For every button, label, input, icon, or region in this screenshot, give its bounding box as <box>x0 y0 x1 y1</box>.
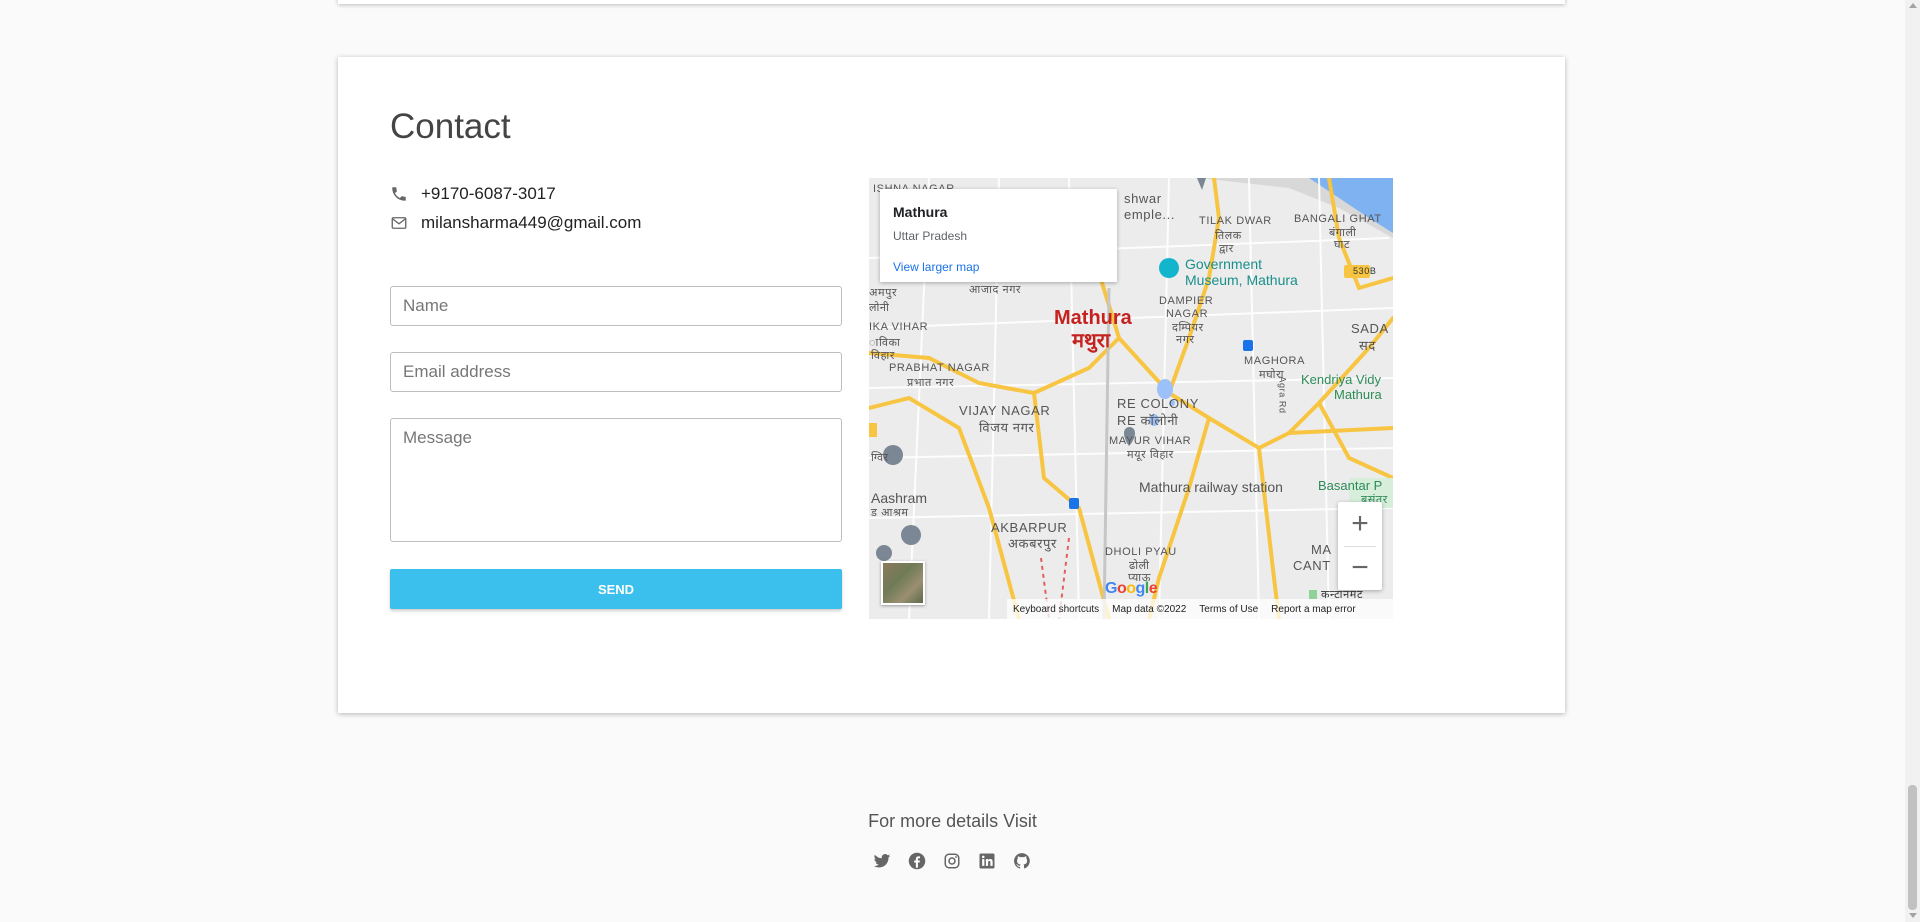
map-label-bangali-ghat: BANGALI GHAT <box>1294 213 1382 225</box>
embedded-map[interactable]: ISHNA NAGAR shwar emple... TILAK DWAR ति… <box>869 178 1393 619</box>
map-label-aashram-hi: ड आश्रम <box>871 507 909 519</box>
send-button[interactable]: SEND <box>390 569 842 609</box>
previous-section-card <box>338 0 1565 4</box>
map-label-cant-2: CANT <box>1293 558 1331 573</box>
map-label-left-3: IKA VIHAR <box>869 321 929 333</box>
map-label-left-1: अमपुर <box>869 287 898 299</box>
satellite-toggle[interactable] <box>881 561 925 605</box>
map-label-maghora: MAGHORA <box>1244 355 1306 367</box>
scroll-down-arrow[interactable] <box>1909 913 1917 918</box>
map-label-left-2: लोनी <box>869 302 890 314</box>
footer-text: For more details Visit <box>868 811 1037 831</box>
instagram-icon[interactable] <box>943 852 961 870</box>
place-region: Uttar Pradesh <box>893 229 968 243</box>
map-label-road-530b: 530B <box>1353 266 1377 276</box>
map-label-museum-1: Government <box>1185 256 1263 272</box>
zoom-in-button[interactable]: + <box>1338 502 1382 546</box>
terms-of-use-link[interactable]: Terms of Use <box>1199 604 1258 615</box>
map-label-dampier-1: DAMPIER <box>1159 295 1214 307</box>
email-address: milansharma449@gmail.com <box>421 213 642 232</box>
github-icon[interactable] <box>1013 852 1031 870</box>
view-larger-map-link[interactable]: View larger map <box>893 260 979 274</box>
contact-card: Contact +9170-6087-3017 milansharma449@g… <box>338 57 1565 713</box>
zoom-controls: + − <box>1338 502 1382 590</box>
map-label-prabhat: PRABHAT NAGAR <box>889 362 990 374</box>
scrollbar-thumb[interactable] <box>1908 785 1917 910</box>
map-label-azad-nagar: आजाद नगर <box>969 284 1022 296</box>
section-title: Contact <box>390 107 511 146</box>
map-label-dampier-2: NAGAR <box>1166 308 1209 320</box>
map-label-mayur: MAYUR VIHAR <box>1109 435 1192 447</box>
map-label-left-5: विहार <box>871 350 895 362</box>
map-label-vijay-hi: विजय नगर <box>979 420 1035 435</box>
social-links <box>873 852 1031 870</box>
envelope-icon <box>390 212 412 234</box>
map-label-dholi: DHOLI PYAU <box>1105 546 1177 558</box>
map-label-station: Mathura railway station <box>1139 479 1283 495</box>
map-label-re-colony-hi: RE कॉलोनी <box>1117 413 1179 428</box>
place-info-card: Mathura Uttar Pradesh View larger map <box>880 189 1117 282</box>
map-label-aashram: Aashram <box>871 490 928 506</box>
twitter-icon[interactable] <box>873 852 891 870</box>
map-label-kendriya: Kendriya Vidy <box>1301 372 1381 387</box>
page-scrollbar[interactable] <box>1905 0 1920 922</box>
map-label-agra-rd: Agra Rd <box>1277 376 1288 414</box>
map-label-mayur-hi: मयूर विहार <box>1127 449 1174 461</box>
map-label-temple: emple... <box>1124 207 1176 222</box>
map-label-tilak-dwar-hi2: द्वार <box>1219 243 1234 255</box>
map-label-basantar: Basantar P <box>1318 478 1383 493</box>
map-attribution: Keyboard shortcuts Map data ©2022 Terms … <box>1007 599 1393 619</box>
map-label-left-6: ग्विर <box>871 452 889 464</box>
phone-icon <box>390 183 412 205</box>
map-label-re-colony: RE COLONY <box>1117 396 1199 411</box>
map-label-akbarpur-hi: अकबरपुर <box>1008 536 1057 551</box>
map-label-tilak-dwar: TILAK DWAR <box>1199 215 1272 227</box>
map-label-cant: MA <box>1311 542 1332 557</box>
message-textarea[interactable] <box>390 418 842 542</box>
map-label-dampier-hi2: नगर <box>1176 334 1195 346</box>
map-label-sada: SADA <box>1351 321 1389 336</box>
map-label-city: Mathura <box>1054 307 1132 329</box>
report-map-error-link[interactable]: Report a map error <box>1271 604 1355 615</box>
map-label-bangali-ghat-hi2: घाट <box>1334 239 1351 251</box>
facebook-icon[interactable] <box>908 852 926 870</box>
map-label-city-hi: मथुरा <box>1072 330 1111 352</box>
zoom-out-button[interactable]: − <box>1338 546 1382 590</box>
map-data-text: Map data ©2022 <box>1112 603 1187 615</box>
map-label-vijay: VIJAY NAGAR <box>959 403 1051 418</box>
map-label-akbarpur: AKBARPUR <box>991 520 1068 535</box>
email-row: milansharma449@gmail.com <box>390 212 641 234</box>
place-name: Mathura <box>893 204 948 220</box>
keyboard-shortcuts-link[interactable]: Keyboard shortcuts <box>1013 604 1099 615</box>
phone-row: +9170-6087-3017 <box>390 183 556 205</box>
phone-number: +9170-6087-3017 <box>421 184 556 203</box>
map-label-shwar: shwar <box>1124 191 1162 206</box>
map-label-prabhat-hi: प्रभात नगर <box>907 377 955 389</box>
scroll-up-arrow[interactable] <box>1909 3 1917 8</box>
linkedin-icon[interactable] <box>978 852 996 870</box>
map-label-museum-2: Museum, Mathura <box>1185 272 1298 288</box>
email-input[interactable] <box>390 352 842 392</box>
map-label-sada-hi: सद <box>1359 338 1376 353</box>
name-input[interactable] <box>390 286 842 326</box>
zoom-divider <box>1344 546 1376 547</box>
google-logo: Google <box>1105 580 1158 597</box>
map-label-kendriya-2: Mathura <box>1334 387 1382 402</box>
